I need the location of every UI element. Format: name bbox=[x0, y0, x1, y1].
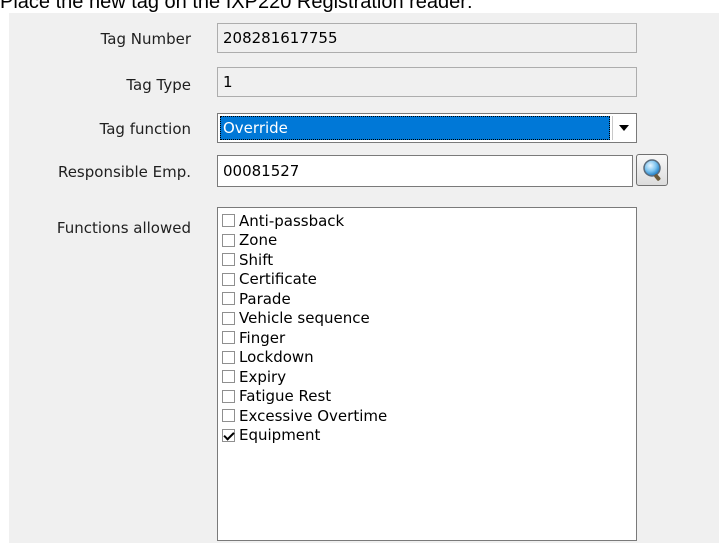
tag-type-field: 1 bbox=[217, 67, 637, 97]
checkbox-unchecked[interactable] bbox=[222, 370, 235, 384]
tag-number-label: Tag Number bbox=[100, 30, 191, 48]
function-item[interactable]: Equipment bbox=[218, 426, 636, 446]
checkbox-unchecked[interactable] bbox=[222, 409, 235, 423]
function-item[interactable]: Fatigue Rest bbox=[218, 387, 636, 407]
function-item-label: Parade bbox=[239, 289, 291, 308]
chevron-down-icon bbox=[618, 125, 629, 131]
function-item-label: Shift bbox=[239, 250, 274, 269]
checkbox-unchecked[interactable] bbox=[222, 389, 235, 403]
function-item[interactable]: Expiry bbox=[218, 367, 636, 387]
magnifier-icon bbox=[643, 159, 661, 181]
function-item[interactable]: Finger bbox=[218, 328, 636, 348]
function-item[interactable]: Shift bbox=[218, 250, 636, 270]
tag-function-selected-value: Override bbox=[220, 116, 610, 140]
checkbox-unchecked[interactable] bbox=[222, 253, 235, 267]
checkbox-checked[interactable] bbox=[222, 428, 235, 442]
function-item-label: Excessive Overtime bbox=[239, 406, 388, 425]
tag-function-select[interactable]: Override bbox=[217, 113, 637, 143]
function-item[interactable]: Certificate bbox=[218, 270, 636, 290]
checkbox-unchecked[interactable] bbox=[222, 292, 235, 306]
function-item-label: Vehicle sequence bbox=[239, 309, 370, 328]
responsible-emp-input[interactable]: 00081527 bbox=[217, 155, 633, 187]
checkbox-unchecked[interactable] bbox=[222, 233, 235, 247]
function-item-label: Certificate bbox=[239, 270, 317, 289]
checkbox-unchecked[interactable] bbox=[222, 331, 235, 345]
employee-lookup-button[interactable] bbox=[636, 154, 668, 186]
checkbox-unchecked[interactable] bbox=[222, 350, 235, 364]
tag-number-field: 208281617755 bbox=[217, 23, 637, 53]
responsible-emp-label: Responsible Emp. bbox=[57, 163, 191, 181]
checkbox-unchecked[interactable] bbox=[222, 311, 235, 325]
checkbox-unchecked[interactable] bbox=[222, 272, 235, 286]
functions-allowed-label: Functions allowed bbox=[56, 219, 191, 237]
function-item-label: Lockdown bbox=[239, 348, 314, 367]
function-item[interactable]: Lockdown bbox=[218, 348, 636, 368]
function-item-label: Finger bbox=[239, 328, 286, 347]
function-item-label: Fatigue Rest bbox=[239, 387, 332, 406]
tag-form-panel: Tag Number 208281617755 Tag Type 1 Tag f… bbox=[9, 13, 719, 543]
dropdown-arrow-button[interactable] bbox=[612, 116, 634, 140]
function-item-label: Expiry bbox=[239, 367, 287, 386]
tag-type-label: Tag Type bbox=[126, 76, 191, 94]
function-item[interactable]: Zone bbox=[218, 231, 636, 251]
function-item[interactable]: Parade bbox=[218, 289, 636, 309]
function-item-label: Equipment bbox=[239, 426, 321, 445]
instruction-text: Place the new tag on the IXP220 Registra… bbox=[0, 0, 473, 13]
checkbox-unchecked[interactable] bbox=[222, 214, 235, 228]
functions-allowed-list[interactable]: Anti-passback Zone Shift Certificate Parade V… bbox=[217, 207, 637, 541]
tag-function-label: Tag function bbox=[99, 120, 191, 138]
function-item-label: Zone bbox=[239, 231, 278, 250]
function-item[interactable]: Vehicle sequence bbox=[218, 309, 636, 329]
function-item[interactable]: Anti-passback bbox=[218, 211, 636, 231]
function-item-label: Anti-passback bbox=[239, 211, 345, 230]
function-item[interactable]: Excessive Overtime bbox=[218, 406, 636, 426]
